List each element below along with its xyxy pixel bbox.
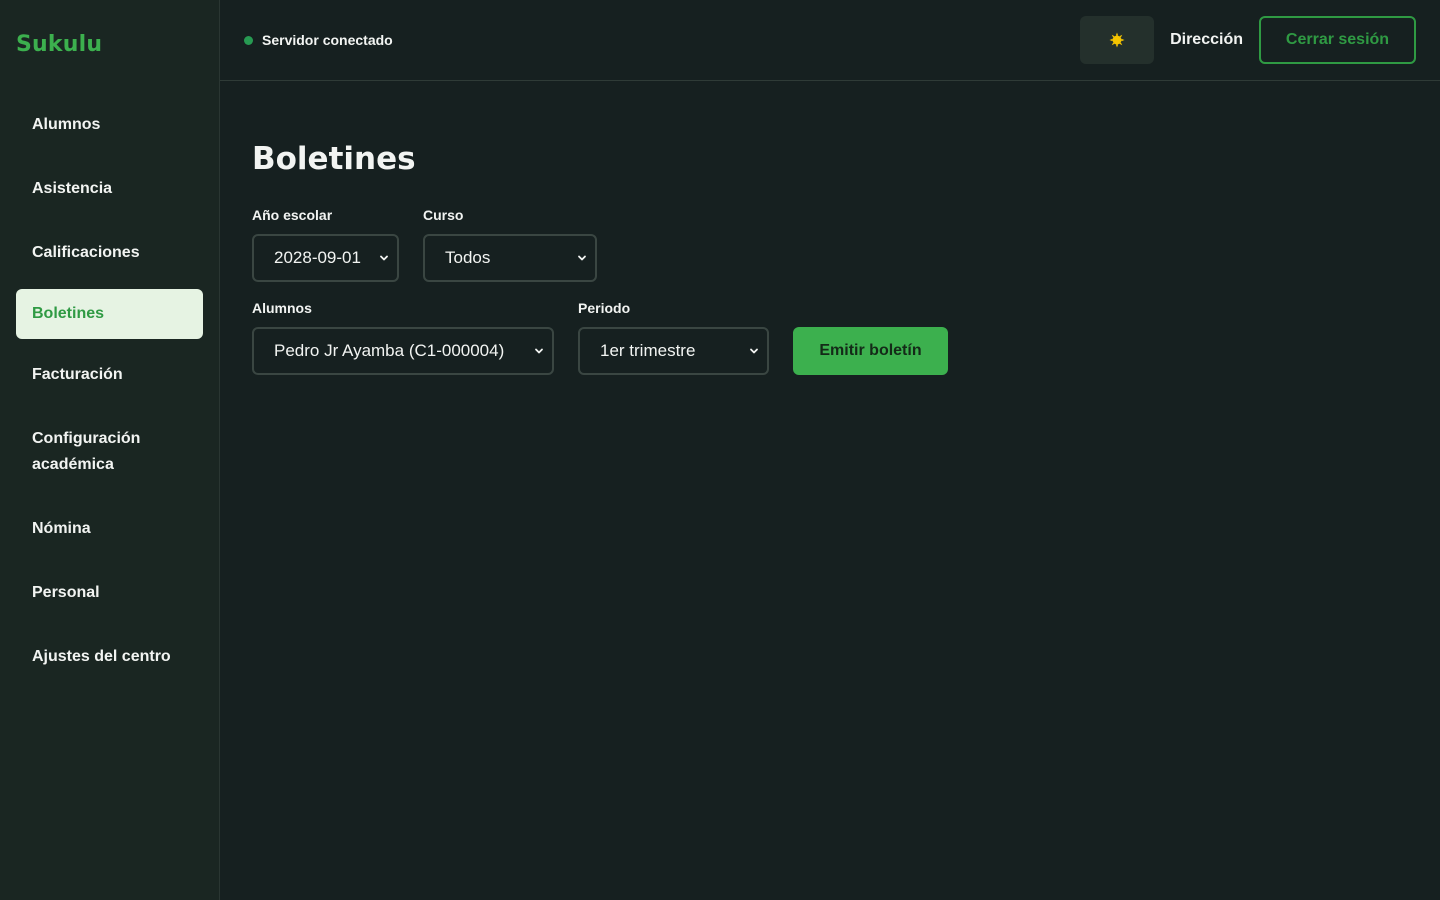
sidebar-item-boletines[interactable]: Boletines bbox=[16, 289, 203, 339]
sidebar-item-ajustes-del-centro[interactable]: Ajustes del centro bbox=[16, 629, 203, 685]
main-area: Servidor conectado Dirección Cerrar sesi… bbox=[220, 0, 1440, 900]
period-select-value: 1er trimestre bbox=[600, 341, 696, 360]
top-bar: Servidor conectado Dirección Cerrar sesi… bbox=[220, 0, 1440, 81]
sidebar-item-personal[interactable]: Personal bbox=[16, 565, 203, 621]
chevron-down-icon bbox=[750, 348, 758, 354]
server-status: Servidor conectado bbox=[244, 32, 393, 48]
period-field: Periodo 1er trimestre bbox=[578, 300, 769, 375]
sidebar-item-calificaciones[interactable]: Calificaciones bbox=[16, 225, 203, 281]
user-role: Dirección bbox=[1170, 31, 1243, 48]
page-title: Boletines bbox=[252, 141, 416, 177]
app: Sukulu Alumnos Asistencia Calificaciones… bbox=[0, 0, 1440, 900]
sidebar-item-facturacion[interactable]: Facturación bbox=[16, 347, 203, 403]
sidebar-item-configuracion-academica[interactable]: Configuración académica bbox=[16, 411, 203, 493]
sidebar-item-nomina[interactable]: Nómina bbox=[16, 501, 203, 557]
logout-button[interactable]: Cerrar sesión bbox=[1259, 16, 1416, 64]
year-field: Año escolar 2028-09-01 bbox=[252, 207, 399, 282]
period-label: Periodo bbox=[578, 300, 631, 316]
status-text: Servidor conectado bbox=[262, 32, 393, 48]
filter-row-bottom: Alumnos Pedro Jr Ayamba (C1-000004) Peri… bbox=[252, 300, 1408, 375]
period-select[interactable]: 1er trimestre bbox=[578, 327, 769, 375]
year-select[interactable]: 2028-09-01 bbox=[252, 234, 399, 282]
course-select[interactable]: Todos bbox=[423, 234, 597, 282]
filter-row-top: Año escolar 2028-09-01 Curso Todos bbox=[252, 207, 1408, 282]
sun-icon bbox=[1109, 32, 1125, 48]
course-label: Curso bbox=[423, 207, 464, 223]
theme-toggle-button[interactable] bbox=[1080, 16, 1155, 64]
students-field: Alumnos Pedro Jr Ayamba (C1-000004) bbox=[252, 300, 554, 375]
chevron-down-icon bbox=[578, 255, 586, 261]
students-select-value: Pedro Jr Ayamba (C1-000004) bbox=[274, 341, 505, 360]
course-select-value: Todos bbox=[445, 248, 491, 267]
sidebar-item-alumnos[interactable]: Alumnos bbox=[16, 97, 203, 153]
status-dot-icon bbox=[244, 35, 253, 45]
sidebar-item-asistencia[interactable]: Asistencia bbox=[16, 161, 203, 217]
brand-logo[interactable]: Sukulu bbox=[16, 0, 203, 88]
course-field: Curso Todos bbox=[423, 207, 597, 282]
chevron-down-icon bbox=[535, 348, 543, 354]
sidebar-nav: Alumnos Asistencia Calificaciones Boleti… bbox=[16, 97, 203, 685]
students-label: Alumnos bbox=[252, 300, 312, 316]
students-select[interactable]: Pedro Jr Ayamba (C1-000004) bbox=[252, 327, 554, 375]
year-select-value: 2028-09-01 bbox=[274, 248, 361, 267]
emit-report-button[interactable]: Emitir boletín bbox=[793, 327, 948, 375]
year-label: Año escolar bbox=[252, 207, 333, 223]
sidebar: Sukulu Alumnos Asistencia Calificaciones… bbox=[0, 0, 220, 900]
page-content: Boletines Año escolar 2028-09-01 Curso T… bbox=[220, 81, 1440, 453]
chevron-down-icon bbox=[380, 255, 388, 261]
